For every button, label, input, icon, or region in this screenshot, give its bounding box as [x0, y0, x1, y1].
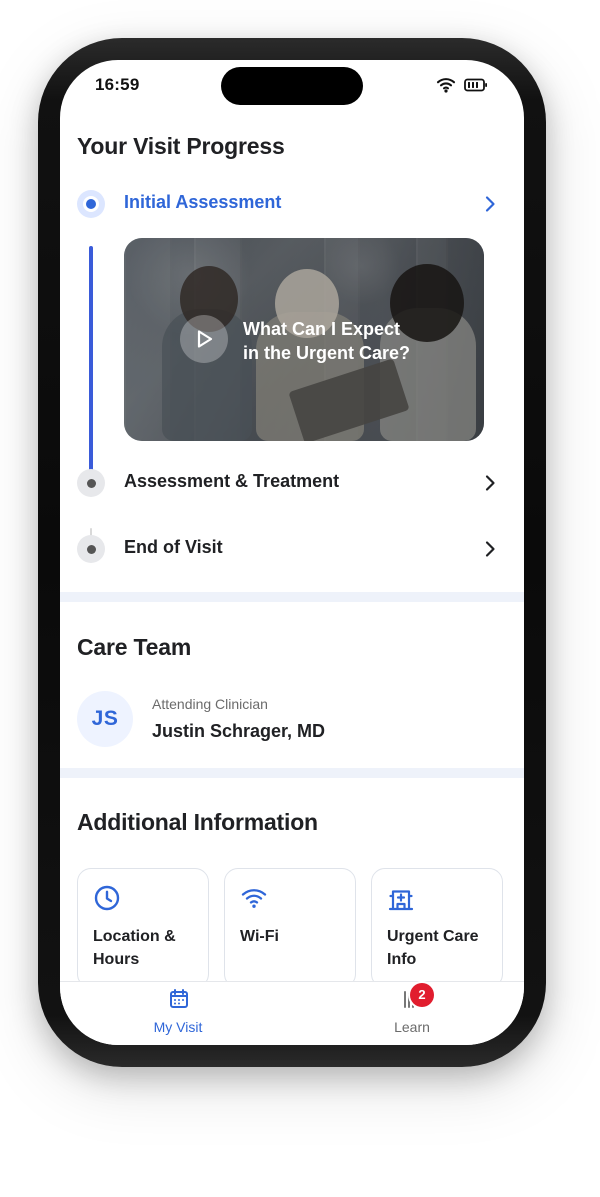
video-card-urgent-care[interactable]: What Can I Expect in the Urgent Care?: [124, 238, 484, 441]
step-label: Initial Assessment: [124, 192, 282, 212]
pending-step-dot: [86, 478, 96, 488]
play-video-button[interactable]: [180, 315, 228, 363]
tab-my-visit[interactable]: My Visit: [118, 988, 238, 1038]
wifi-icon: [241, 889, 267, 908]
video-title-line: in the Urgent Care?: [243, 343, 411, 363]
wifi-card[interactable]: Wi-Fi: [224, 868, 356, 982]
step-initial-assessment[interactable]: Initial Assessment: [60, 183, 524, 227]
card-label-line: Wi-Fi: [240, 928, 279, 945]
card-label-line: Location &: [93, 928, 176, 945]
card-label-line: Info: [387, 951, 417, 968]
clinician-role: Attending Clinician: [152, 696, 268, 712]
visit-progress-title: Your Visit Progress: [77, 133, 285, 159]
video-title-line: What Can I Expect: [243, 319, 401, 339]
clinician-name: Justin Schrager, MD: [152, 721, 326, 741]
bottom-tab-bar: My Visit 2 Learn: [60, 981, 524, 1045]
phone-screen: 16:59 Your Visit Progress Initial Assess…: [60, 60, 524, 1045]
step-label: End of Visit: [124, 537, 223, 557]
active-step-marker: [77, 190, 105, 218]
chevron-right-icon: [485, 196, 495, 212]
chevron-right-icon: [485, 475, 495, 491]
clock-icon: [94, 885, 120, 911]
card-label: Urgent Care Info: [387, 925, 491, 971]
tab-learn[interactable]: 2 Learn: [352, 983, 472, 1038]
location-hours-card[interactable]: Location & Hours: [77, 868, 209, 982]
dynamic-island: [221, 67, 363, 105]
card-label: Wi-Fi: [240, 925, 344, 948]
care-team-title: Care Team: [77, 634, 192, 660]
section-divider: [60, 592, 524, 602]
app-screenshot: 16:59 Your Visit Progress Initial Assess…: [0, 0, 600, 1197]
step-assessment-treatment[interactable]: Assessment & Treatment: [60, 462, 524, 506]
urgent-care-info-card[interactable]: Urgent Care Info: [371, 868, 503, 982]
card-label-line: Hours: [93, 951, 140, 968]
card-label: Location & Hours: [93, 925, 197, 971]
section-divider: [60, 768, 524, 778]
step-label: Assessment & Treatment: [124, 471, 340, 491]
learn-notification-badge: 2: [410, 983, 434, 1007]
video-title: What Can I Expect in the Urgent Care?: [243, 317, 453, 365]
pending-step-dot: [86, 544, 96, 554]
play-icon: [197, 330, 213, 348]
tab-label: My Visit: [153, 1019, 203, 1035]
additional-information-title: Additional Information: [77, 809, 318, 835]
additional-information-cards: Location & Hours Wi-Fi Urgent Care Info: [77, 868, 509, 982]
tab-label: Learn: [394, 1019, 430, 1035]
card-label-line: Urgent Care: [387, 928, 479, 945]
phone-frame: 16:59 Your Visit Progress Initial Assess…: [38, 38, 546, 1067]
clinician-avatar: JS: [77, 691, 133, 747]
calendar-icon: [170, 989, 188, 1008]
pending-step-marker: [77, 469, 105, 497]
hospital-icon: [388, 890, 414, 911]
active-step-dot: [86, 199, 96, 209]
visit-progress-active-line: [89, 246, 93, 484]
pending-step-marker: [77, 535, 105, 563]
step-end-of-visit[interactable]: End of Visit: [60, 528, 524, 572]
scroll-content[interactable]: Your Visit Progress Initial Assessment W…: [60, 60, 524, 982]
chevron-right-icon: [485, 541, 495, 557]
